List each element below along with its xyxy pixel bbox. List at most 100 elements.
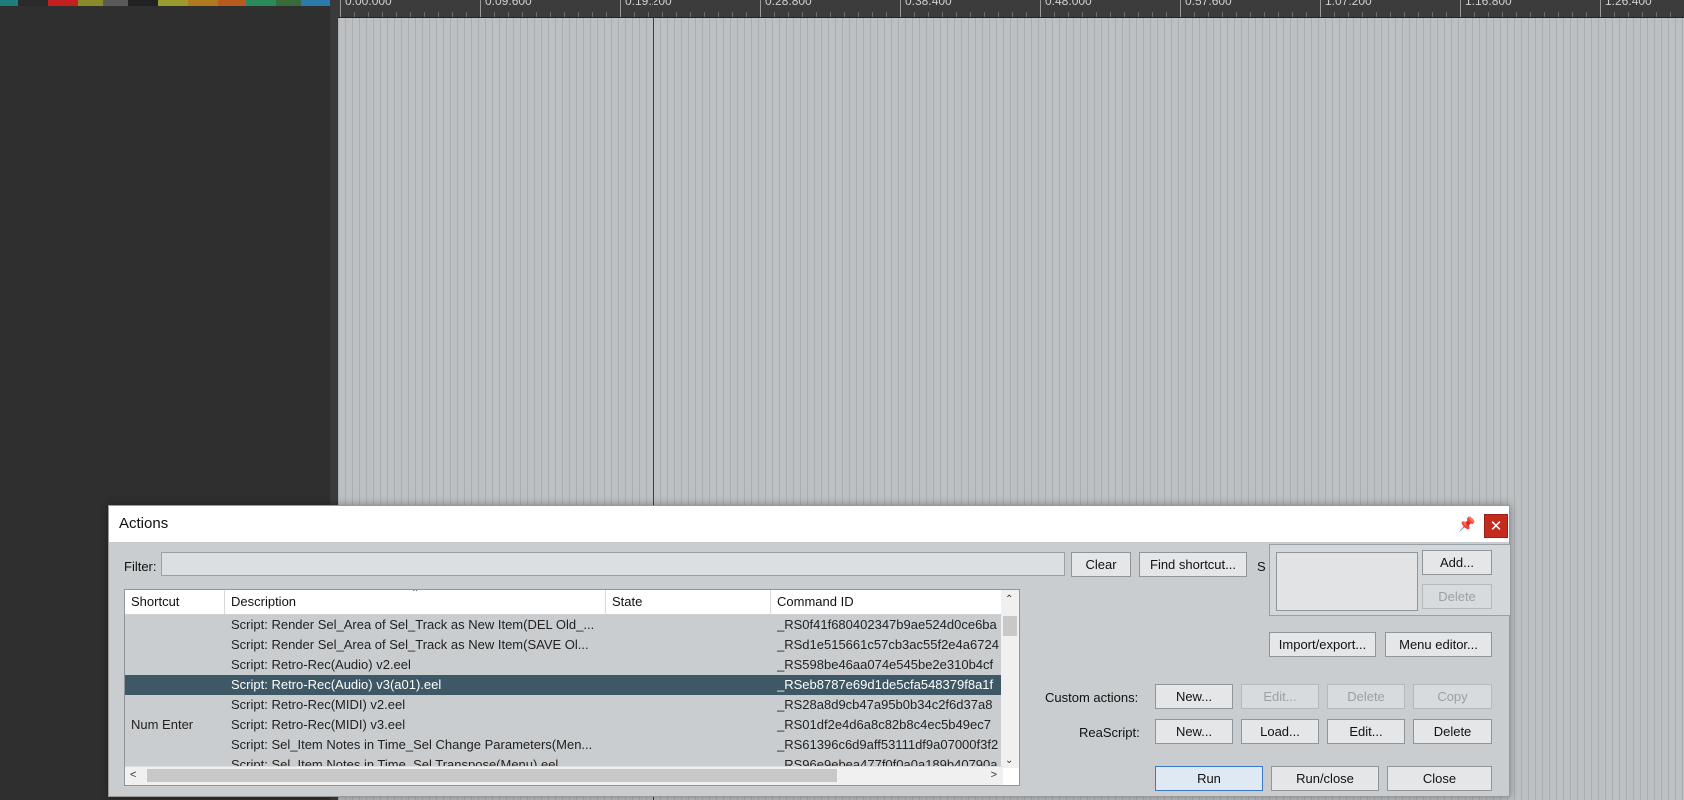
ruler-tick-label: 0:09.600 — [485, 0, 532, 8]
ruler-minor-tick — [1642, 12, 1643, 17]
cell-cmd: _RS01df2e4d6a8c82b8c4ec5b49ec7 — [777, 717, 991, 732]
ruler-minor-tick — [1012, 12, 1013, 17]
action-list[interactable]: Shortcut Description State Command ID ⌃ … — [124, 589, 1020, 786]
ruler-minor-tick — [662, 12, 663, 17]
filter-input[interactable] — [161, 552, 1065, 576]
table-row[interactable]: Script: Render Sel_Area of Sel_Track as … — [125, 635, 1003, 655]
reascript-edit-button[interactable]: Edit... — [1327, 719, 1405, 744]
menu-editor-button[interactable]: Menu editor... — [1385, 632, 1492, 657]
track-color-swatch — [276, 0, 301, 6]
column-command-id[interactable]: Command ID — [771, 590, 1003, 614]
cell-shortcut: Num Enter — [131, 717, 194, 732]
ruler-minor-tick — [1362, 12, 1363, 17]
table-row[interactable]: Script: Render Sel_Area of Sel_Track as … — [125, 615, 1003, 635]
ruler-tick: 0:48.000 — [1040, 0, 1092, 17]
ruler-minor-tick — [1614, 12, 1615, 17]
custom-edit-button[interactable]: Edit... — [1241, 684, 1319, 709]
ruler-minor-tick — [690, 12, 691, 17]
close-icon[interactable]: ✕ — [1484, 514, 1508, 538]
ruler-minor-tick — [956, 12, 957, 17]
cell-desc: Script: Retro-Rec(Audio) v2.eel — [231, 657, 411, 672]
ruler-minor-tick — [508, 12, 509, 17]
ruler-minor-tick — [998, 12, 999, 17]
scroll-down-icon[interactable]: ⌄ — [1005, 755, 1013, 766]
ruler-minor-tick — [410, 12, 411, 17]
run-button[interactable]: Run — [1155, 766, 1263, 791]
delete-shortcut-button[interactable]: Delete — [1422, 584, 1492, 609]
custom-delete-button[interactable]: Delete — [1327, 684, 1405, 709]
cell-desc: Script: Retro-Rec(MIDI) v3.eel — [231, 717, 406, 732]
ruler-minor-tick — [970, 12, 971, 17]
ruler-tick-label: 0:28.800 — [765, 0, 812, 8]
cell-desc: Script: Retro-Rec(MIDI) v2.eel — [231, 697, 406, 712]
scroll-up-icon[interactable]: ⌃ — [1005, 594, 1013, 605]
ruler-minor-tick — [872, 12, 873, 17]
cell-cmd: _RSeb8787e69d1de5cfa548379f8a1f — [777, 677, 994, 692]
track-color-swatch — [301, 0, 330, 6]
shortcut-section-label: S — [1257, 559, 1266, 574]
list-header: Shortcut Description State Command ID ⌃ — [125, 590, 1019, 615]
ruler-minor-tick — [830, 12, 831, 17]
timeline-ruler[interactable]: 0:00.000 0:09.600 0:19.200 0:28.800 0:38.400… — [338, 0, 1684, 18]
ruler-minor-tick — [676, 12, 677, 17]
table-row[interactable]: Script: Retro-Rec(Audio) v3(a01).eel _RSe… — [125, 675, 1003, 695]
ruler-minor-tick — [1404, 12, 1405, 17]
dialog-title: Actions — [119, 515, 169, 532]
column-state[interactable]: State — [606, 590, 771, 614]
horizontal-scroll-thumb[interactable] — [147, 769, 837, 782]
find-shortcut-button[interactable]: Find shortcut... — [1139, 552, 1247, 577]
ruler-minor-tick — [1488, 12, 1489, 17]
pin-icon[interactable]: 📌 — [1457, 514, 1477, 534]
column-shortcut[interactable]: Shortcut — [125, 590, 225, 614]
shortcut-list[interactable] — [1276, 552, 1418, 611]
close-button[interactable]: Close — [1387, 766, 1492, 791]
ruler-tick: 0:19.200 — [620, 0, 672, 17]
table-row[interactable]: Script: Sel_Item Notes in Time_Sel Chang… — [125, 735, 1003, 755]
ruler-minor-tick — [1026, 12, 1027, 17]
cell-cmd: _RS598be46aa074e545be2e310b4cf — [777, 657, 994, 672]
scroll-right-icon[interactable]: > — [991, 769, 997, 781]
run-close-button[interactable]: Run/close — [1271, 766, 1379, 791]
custom-new-button[interactable]: New... — [1155, 684, 1233, 709]
reascript-load-button[interactable]: Load... — [1241, 719, 1319, 744]
ruler-minor-tick — [466, 12, 467, 17]
ruler-tick: 1:07.200 — [1320, 0, 1372, 17]
dialog-titlebar[interactable]: Actions 📌 ✕ — [109, 506, 1509, 542]
ruler-tick-label: 1:16.800 — [1465, 0, 1512, 8]
ruler-minor-tick — [732, 12, 733, 17]
custom-actions-label: Custom actions: — [1045, 690, 1139, 705]
add-shortcut-button[interactable]: Add... — [1422, 550, 1492, 575]
table-row[interactable]: Num Enter Script: Retro-Rec(MIDI) v3.eel _… — [125, 715, 1003, 735]
clear-button[interactable]: Clear — [1071, 552, 1131, 577]
import-export-button[interactable]: Import/export... — [1269, 632, 1376, 657]
reascript-new-button[interactable]: New... — [1155, 719, 1233, 744]
ruler-minor-tick — [1474, 12, 1475, 17]
scroll-left-icon[interactable]: < — [130, 769, 136, 781]
ruler-minor-tick — [1502, 12, 1503, 17]
dialog-content: Filter: Clear Find shortcut... S Add... … — [109, 542, 1511, 796]
ruler-minor-tick — [1376, 12, 1377, 17]
ruler-minor-tick — [522, 12, 523, 17]
horizontal-scrollbar[interactable]: < > — [125, 766, 1003, 785]
table-row[interactable]: Script: Retro-Rec(MIDI) v2.eel _RS28a8d9c… — [125, 695, 1003, 715]
ruler-minor-tick — [606, 12, 607, 17]
ruler-minor-tick — [1096, 12, 1097, 17]
vertical-scrollbar[interactable]: ⌃ ⌄ — [1001, 590, 1019, 768]
ruler-minor-tick — [396, 12, 397, 17]
track-color-swatch — [48, 0, 78, 6]
ruler-minor-tick — [816, 12, 817, 17]
ruler-minor-tick — [1194, 12, 1195, 17]
ruler-minor-tick — [1670, 12, 1671, 17]
table-row[interactable]: Script: Retro-Rec(Audio) v2.eel _RS598be4… — [125, 655, 1003, 675]
custom-copy-button[interactable]: Copy — [1413, 684, 1492, 709]
ruler-minor-tick — [1306, 12, 1307, 17]
ruler-tick: 1:16.800 — [1460, 0, 1512, 17]
ruler-minor-tick — [452, 12, 453, 17]
ruler-minor-tick — [802, 12, 803, 17]
ruler-minor-tick — [858, 12, 859, 17]
reascript-delete-button[interactable]: Delete — [1413, 719, 1492, 744]
ruler-minor-tick — [1516, 12, 1517, 17]
ruler-tick: 0:38.400 — [900, 0, 952, 17]
ruler-minor-tick — [1110, 12, 1111, 17]
vertical-scroll-thumb[interactable] — [1003, 616, 1017, 636]
